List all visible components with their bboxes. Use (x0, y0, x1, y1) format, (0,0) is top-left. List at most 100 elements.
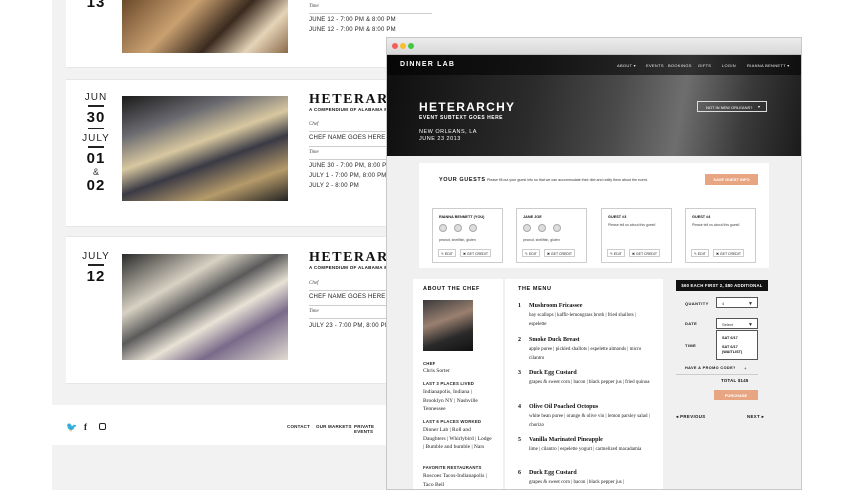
menu-item-title: Olive Oil Poached Octopus (529, 404, 599, 410)
time-label: Time (309, 309, 319, 314)
event-time: JUNE 12 - 7:00 PM & 8:00 PM (309, 17, 396, 23)
time-label: Time (309, 4, 319, 9)
menu-item-title: Duck Egg Custard (529, 470, 577, 476)
chevron-down-icon: ▾ (757, 104, 760, 109)
purchase-button[interactable]: PURCHASE (714, 390, 758, 400)
guest-card[interactable]: JANE JOE peanut, shellfish, gluten ✎ EDI… (516, 208, 587, 263)
maximize-icon[interactable] (408, 43, 414, 49)
event-day: 13 (86, 0, 106, 11)
date-dash (88, 146, 104, 148)
site-logo[interactable]: DINNER LAB (400, 61, 455, 68)
minimize-icon[interactable] (400, 43, 406, 49)
guest-card[interactable]: GUEST #4 Please tell us about this guest… (685, 208, 756, 263)
event-date: JUN 30 JULY 01 & 02 (66, 92, 126, 194)
places-worked: Dinner Lab | Roll and Daughters | Whirly… (423, 427, 492, 450)
edit-label: EDIT (528, 252, 537, 256)
browser-window: DINNER LAB ABOUT ▾ EVENTS BOOKINGS GIFTS… (386, 37, 802, 490)
event-photo[interactable] (122, 254, 288, 360)
menu-item-title: Smoke Duck Breast (529, 337, 580, 343)
menu-item-desc: lime | cilantro | espelette yogurt | car… (529, 447, 642, 452)
menu-item-desc: bay scallops | kaffir-lemongrass broth |… (529, 313, 636, 327)
date-value: Select (722, 322, 734, 327)
screenshot-stage: 13 Time JUNE 12 - 7:00 PM & 8:00 PM JUNE… (0, 0, 850, 490)
location-select-label: NOT IN NEW ORLEANS? (706, 105, 753, 110)
get-credit-button[interactable]: ✖ GET CREDIT (713, 249, 745, 257)
instagram-icon[interactable] (99, 423, 106, 430)
event-subtitle: EVENT SUBTEXT GOES HERE (419, 115, 504, 121)
event-time: JUNE 30 - 7:00 PM, 8:00 PM (309, 163, 392, 169)
places-worked-label: LAST 6 PLACES WORKED (423, 419, 482, 424)
guest-card[interactable]: GUEST #3 Please tell us about this guest… (601, 208, 672, 263)
nav-bookings[interactable]: BOOKINGS (668, 63, 692, 68)
nav-login[interactable]: LOGIN (722, 63, 736, 68)
guest-prompt: Please tell us about this guest! (692, 223, 740, 227)
edit-guest-button[interactable]: ✎ EDIT (607, 249, 625, 257)
favorite-restaurants: Roscoes Tacos-Indianapolis | Taco Bell (423, 473, 487, 488)
time-label: TIME (685, 343, 697, 348)
get-credit-button[interactable]: ✖ GET CREDIT (544, 249, 576, 257)
menu-number: 5 (518, 437, 521, 443)
twitter-icon[interactable]: 🐦 (66, 422, 77, 433)
close-icon[interactable] (392, 43, 398, 49)
credit-label: GET CREDIT (635, 252, 658, 256)
credit-label: GET CREDIT (550, 252, 573, 256)
chef-heading: ABOUT THE CHEF (423, 286, 480, 292)
guest-prompt: Please tell us about this guest! (608, 223, 656, 227)
promo-code-link[interactable]: HAVE A PROMO CODE? (685, 366, 736, 370)
event-subtitle: A COMPENDIUM OF ALABAMA ME (309, 265, 392, 270)
get-credit-button[interactable]: ✖ GET CREDIT (629, 249, 661, 257)
date-option[interactable]: SAT 6/17 (722, 336, 738, 340)
menu-number: 6 (518, 470, 521, 476)
credit-label: GET CREDIT (466, 252, 489, 256)
menu-item-desc: apple puree | pickled shallots | espelet… (529, 347, 642, 361)
divider (676, 374, 758, 375)
footer-link-contact[interactable]: CONTACT (287, 424, 310, 429)
save-guest-info-button[interactable]: SAVE GUEST INFO (705, 174, 758, 185)
divider (309, 13, 432, 14)
event-photo[interactable] (122, 96, 288, 201)
quantity-select[interactable]: 4 ▼ (716, 297, 758, 308)
peanut-icon (439, 224, 447, 232)
event-time: JUNE 12 - 7:00 PM & 8:00 PM (309, 27, 396, 33)
plus-icon[interactable]: + (744, 366, 747, 371)
location-select[interactable]: NOT IN NEW ORLEANS? ▾ (697, 101, 767, 112)
nav-about[interactable]: ABOUT ▾ (617, 63, 636, 68)
edit-guest-button[interactable]: ✎ EDIT (522, 249, 540, 257)
get-credit-button[interactable]: ✖ GET CREDIT (460, 249, 492, 257)
next-link[interactable]: NEXT ▸ (747, 414, 764, 420)
hero-banner: DINNER LAB ABOUT ▾ EVENTS BOOKINGS GIFTS… (387, 55, 801, 156)
facebook-icon[interactable]: f (84, 422, 87, 432)
guest-name: GUEST #4 (692, 215, 711, 219)
chef-photo (423, 300, 473, 351)
previous-link[interactable]: ◂ PREVIOUS (676, 414, 706, 420)
event-time: JULY 2 - 8:00 PM (309, 183, 359, 189)
footer-link-private-events[interactable]: PRIVATE EVENTS (354, 424, 386, 434)
edit-guest-button[interactable]: ✎ EDIT (691, 249, 709, 257)
guest-restrictions: peanut, shellfish, gluten (523, 238, 560, 242)
footer-link-markets[interactable]: OUR MARKETS (316, 424, 352, 429)
nav-events[interactable]: EVENTS (646, 63, 664, 68)
chef-label: Chef (309, 122, 319, 127)
gluten-icon (553, 224, 561, 232)
event-amp: & (92, 166, 99, 177)
chef-label: Chef (309, 281, 319, 286)
guest-restrictions: peanut, shellfish, gluten (439, 238, 476, 242)
date-dropdown: SAT 6/17 SAT 6/17 (WAITLIST) (716, 330, 758, 360)
date-option-waitlist[interactable]: SAT 6/17 (WAITLIST) (722, 345, 756, 355)
event-city: NEW ORLEANS, LA (419, 129, 477, 135)
edit-label: EDIT (613, 252, 622, 256)
menu-item-title: Duck Egg Custard (529, 370, 577, 376)
nav-gifts[interactable]: GIFTS (698, 63, 711, 68)
guests-panel: YOUR GUESTS Please fill out your guest i… (419, 163, 769, 268)
time-label: Time (309, 150, 319, 155)
edit-guest-button[interactable]: ✎ EDIT (438, 249, 456, 257)
previous-label: PREVIOUS (680, 414, 706, 419)
event-photo[interactable] (122, 0, 288, 53)
date-select[interactable]: Select ▼ (716, 318, 758, 329)
nav-user-menu[interactable]: RIANNA BENNETT ▾ (747, 63, 790, 68)
guest-card[interactable]: RIANNA BENNETT (YOU) peanut, shellfish, … (432, 208, 503, 263)
menu-number: 3 (518, 370, 521, 376)
shellfish-icon (538, 224, 546, 232)
guest-name: GUEST #3 (608, 215, 627, 219)
guest-name: JANE JOE (523, 215, 542, 219)
